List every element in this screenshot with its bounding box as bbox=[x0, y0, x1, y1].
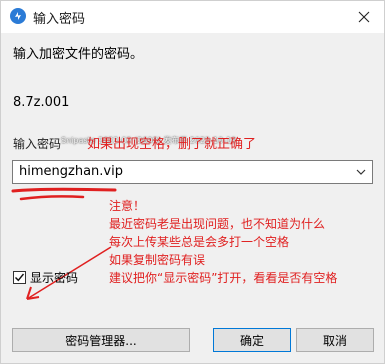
title-bar[interactable]: 输入密码 bbox=[1, 1, 384, 33]
password-value[interactable]: himengzhan.vip bbox=[19, 164, 123, 179]
note-line: 如果复制密码有误 bbox=[109, 253, 206, 267]
bandizip-icon bbox=[10, 8, 26, 24]
annotation-note: 注意！ 最近密码老是出现问题，也不知道为什么 每次上传某些总是会多打一个空格 如… bbox=[109, 197, 337, 287]
close-button[interactable] bbox=[342, 1, 384, 33]
checkmark-icon bbox=[15, 273, 25, 282]
ok-button[interactable]: 确定 bbox=[213, 328, 291, 352]
checkbox-box[interactable] bbox=[13, 271, 26, 284]
password-label: 输入密码 bbox=[13, 137, 62, 151]
annotation-underline bbox=[11, 187, 117, 201]
file-name: 8.7z.001 bbox=[13, 95, 70, 110]
password-combobox[interactable]: himengzhan.vip bbox=[12, 160, 373, 184]
window-title: 输入密码 bbox=[33, 12, 86, 27]
close-icon bbox=[358, 11, 370, 23]
dialog-body: 输入加密文件的密码。 8.7z.001 输入密码 Snipaste 2022-0… bbox=[1, 33, 384, 363]
note-line: 建议把你“显示密码”打开，看看是否有空格 bbox=[109, 271, 338, 285]
prompt-text: 输入加密文件的密码。 bbox=[13, 47, 144, 62]
show-password-label[interactable]: 显示密码 bbox=[30, 269, 78, 286]
show-password-checkbox[interactable]: 显示密码 bbox=[13, 269, 78, 286]
note-line: 最近密码老是出现问题，也不知道为什么 bbox=[109, 217, 326, 231]
annotation-top-note: 如果出现空格，删了就正确了 bbox=[87, 137, 257, 152]
chevron-down-icon[interactable] bbox=[354, 165, 368, 179]
password-manager-button[interactable]: 密码管理器... bbox=[12, 328, 190, 352]
password-dialog: 输入密码 输入加密文件的密码。 8.7z.001 输入密码 Snipaste 2… bbox=[0, 0, 385, 364]
note-line: 每次上传某些总是会多打一个空格 bbox=[109, 235, 290, 249]
note-line: 注意！ bbox=[109, 199, 146, 213]
cancel-button[interactable]: 取消 bbox=[296, 328, 374, 352]
